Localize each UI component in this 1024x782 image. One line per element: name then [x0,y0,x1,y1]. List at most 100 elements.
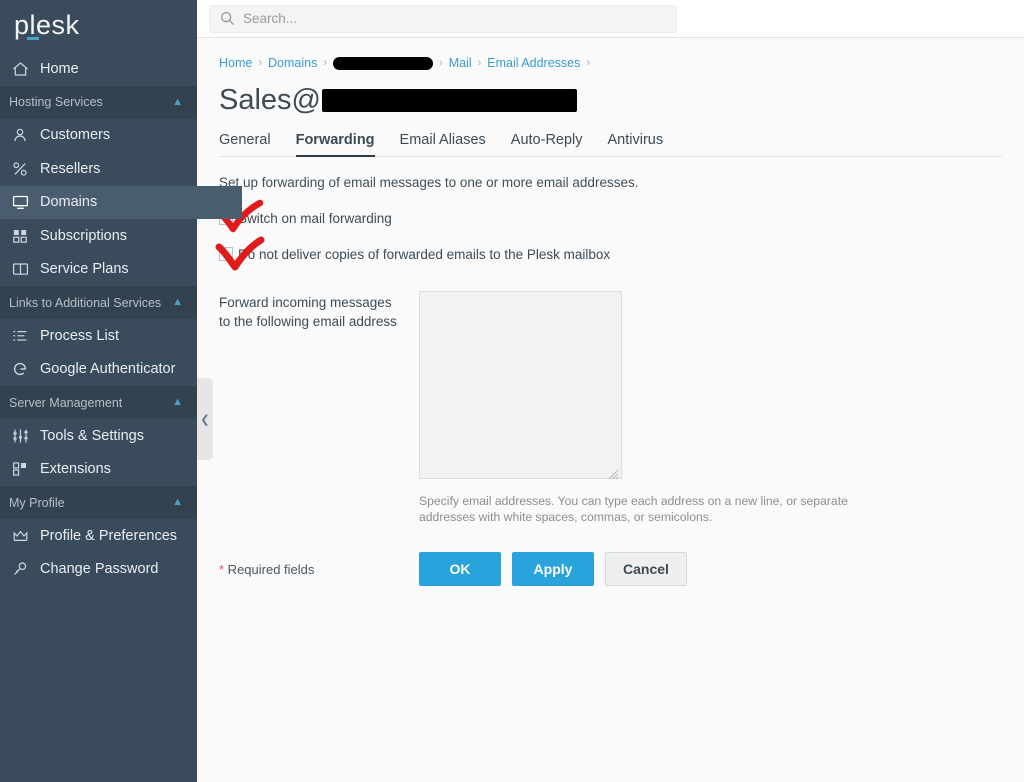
sidebar-item-domains[interactable]: Domains [0,185,242,219]
chevron-up-icon: ▲ [172,296,183,308]
chevron-up-icon: ▲ [172,496,183,508]
monitor-icon [9,193,31,211]
forward-address-field-row: Forward incoming messages to the followi… [219,291,1002,484]
sidebar-item-label: Change Password [40,561,159,578]
sidebar-item-google-authenticator[interactable]: Google Authenticator [0,353,197,387]
list-icon [9,327,31,345]
sidebar-item-extensions[interactable]: Extensions [0,453,197,487]
sidebar-item-label: Subscriptions [40,227,128,244]
sliders-icon [9,427,31,445]
do-not-deliver-copies-checkbox[interactable] [219,247,233,261]
checkbox-row-switch-on-mail-forwarding: Switch on mail forwarding [217,199,1002,233]
form-intro-text: Set up forwarding of email messages to o… [219,175,639,190]
sidebar-item-label: Extensions [40,461,111,478]
sidebar-item-label: Process List [40,327,119,344]
checkbox-row-do-not-deliver-copies: Do not deliver copies of forwarded email… [215,236,1002,271]
breadcrumb-separator: › [477,57,482,69]
sidebar-item-subscriptions[interactable]: Subscriptions [0,219,197,253]
breadcrumb-separator: › [323,57,328,69]
user-icon [9,126,31,144]
grid-icon [9,227,31,245]
breadcrumb-item-home[interactable]: Home [219,56,252,70]
sidebar-item-home[interactable]: Home [0,52,197,86]
sidebar-item-process-list[interactable]: Process List [0,319,197,353]
page-title-domain-redacted [321,88,577,112]
ok-button[interactable]: OK [419,552,501,586]
required-fields-text: Required fields [224,561,315,577]
sidebar-item-label: Domains [40,194,98,211]
percent-icon [9,160,31,178]
required-fields-note: * Required fields [219,562,419,577]
sidebar-section-label: Hosting Services [9,95,103,109]
sidebar-item-profile-and-preferences[interactable]: Profile & Preferences [0,519,197,553]
breadcrumb-item-email-addresses[interactable]: Email Addresses [487,56,580,70]
tab-forwarding[interactable]: Forwarding [295,132,375,157]
sidebar-item-resellers[interactable]: Resellers [0,152,197,186]
top-bar [197,0,1024,38]
plesk-app-window: plesk Home Hosting Services ▲ Customers … [0,0,1024,782]
tab-auto-reply[interactable]: Auto-Reply [511,132,583,157]
forward-address-textarea[interactable] [419,291,622,479]
tab-email-aliases[interactable]: Email Aliases [400,132,486,157]
forward-address-textarea-wrap [419,291,622,484]
page-title-prefix: Sales@ [219,84,321,116]
tab-antivirus[interactable]: Antivirus [608,132,664,157]
sidebar-section-my-profile[interactable]: My Profile ▲ [0,486,197,519]
forwarding-form: Set up forwarding of email messages to o… [215,157,1002,586]
sidebar-section-server-management[interactable]: Server Management ▲ [0,386,197,419]
chevron-up-icon: ▲ [172,95,183,108]
sidebar-item-label: Customers [40,127,111,144]
search-input[interactable] [243,11,666,26]
chevron-up-icon: ▲ [172,396,183,408]
breadcrumb: Home › Domains › › Mail › Email Addresse… [219,54,1002,72]
search-icon [220,11,235,26]
breadcrumb-separator: › [586,57,591,69]
sidebar-item-change-password[interactable]: Change Password [0,553,197,587]
sidebar-section-hosting-services[interactable]: Hosting Services ▲ [0,85,197,119]
google-g-icon [9,360,31,378]
plesk-logo[interactable]: plesk [0,0,197,52]
forward-address-label: Forward incoming messages to the followi… [219,291,419,484]
forward-address-hint: Specify email addresses. You can type ea… [419,494,848,524]
sidebar-item-label: Service Plans [40,261,129,278]
sidebar-item-label: Google Authenticator [40,361,176,378]
breadcrumb-separator: › [258,57,263,69]
logo-accent-underline [27,37,39,40]
crown-icon [9,527,31,545]
sidebar-item-customers[interactable]: Customers [0,119,197,153]
sidebar-section-label: My Profile [9,495,65,510]
home-icon [9,60,31,78]
sidebar-item-tools-and-settings[interactable]: Tools & Settings [0,419,197,453]
extensions-icon [9,460,31,478]
cancel-button[interactable]: Cancel [605,552,687,586]
chevron-left-icon: ❮ [200,413,210,426]
sidebar-collapse-handle[interactable]: ❮ [197,378,213,460]
breadcrumb-item-mail[interactable]: Mail [449,56,472,70]
form-actions: * Required fields OK Apply Cancel [219,552,1002,586]
sidebar-item-label: Tools & Settings [40,427,144,444]
sidebar-item-service-plans[interactable]: Service Plans [0,253,197,287]
tab-bar: General Forwarding Email Aliases Auto-Re… [219,127,1002,157]
sidebar-item-label: Home [40,60,79,77]
breadcrumb-separator: › [439,57,443,69]
breadcrumb-item-domain-redacted[interactable] [333,56,434,70]
page-content: Home › Domains › › Mail › Email Addresse… [197,38,1024,586]
sidebar-section-label: Links to Additional Services [9,295,162,310]
sidebar-item-label: Profile & Preferences [40,527,178,544]
key-icon [9,560,31,578]
sidebar-item-label: Resellers [40,160,101,177]
search-box[interactable] [209,4,677,33]
forward-address-label-line2: to the following email address [219,314,397,329]
book-icon [9,260,31,278]
page-title: Sales@ [219,81,1002,119]
sidebar: plesk Home Hosting Services ▲ Customers … [0,0,242,782]
forward-address-label-line1: Forward incoming messages [219,295,392,310]
do-not-deliver-copies-label[interactable]: Do not deliver copies of forwarded email… [238,247,610,262]
apply-button[interactable]: Apply [512,552,594,586]
plesk-logo-text: plesk [14,10,80,40]
tab-general[interactable]: General [219,132,271,157]
breadcrumb-item-domains[interactable]: Domains [268,56,317,70]
switch-on-mail-forwarding-label[interactable]: Switch on mail forwarding [238,211,392,226]
main-content-area: Home › Domains › › Mail › Email Addresse… [197,0,1024,782]
sidebar-section-links-to-additional-services[interactable]: Links to Additional Services ▲ [0,286,197,319]
